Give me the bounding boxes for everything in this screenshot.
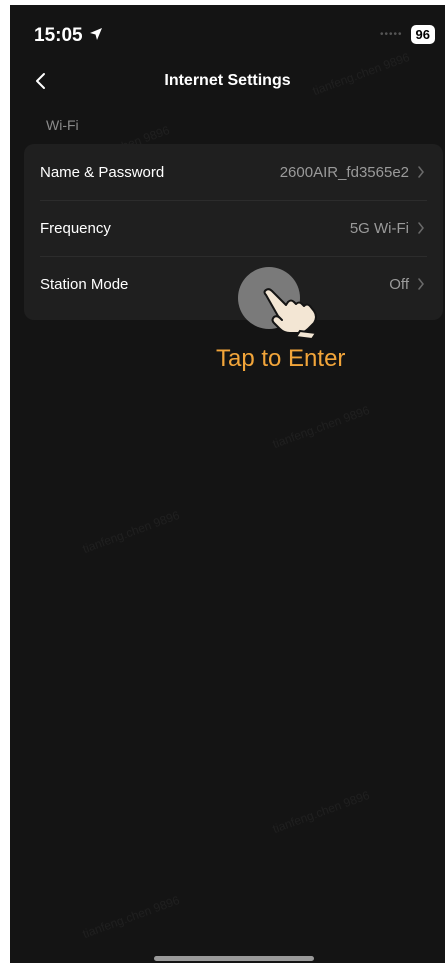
pointing-hand-icon [260, 287, 320, 344]
status-bar: 15:05 ••••• 96 [10, 5, 445, 61]
watermark: tianfeng.chen 9896 [270, 787, 372, 837]
watermark: tianfeng.chen 9896 [270, 402, 372, 452]
nav-bar: Internet Settings [10, 61, 445, 105]
section-label-wifi: Wi-Fi [46, 117, 79, 133]
signal-icon: ••••• [380, 29, 403, 40]
chevron-right-icon [417, 165, 427, 179]
row-value: Off [389, 275, 409, 293]
watermark: tianfeng.chen 9896 [80, 507, 182, 557]
status-time-group: 15:05 [34, 25, 103, 47]
row-label: Frequency [40, 219, 111, 237]
row-label: Name & Password [40, 163, 165, 181]
location-arrow-icon [89, 25, 103, 47]
watermark: tianfeng.chen 9896 [80, 892, 182, 942]
row-value: 5G Wi-Fi [349, 219, 409, 237]
row-frequency[interactable]: Frequency 5G Wi-Fi [24, 200, 443, 256]
phone-screen: tianfeng.chen 9896 tianfeng.chen 9896 ti… [10, 5, 445, 963]
row-name-password[interactable]: Name & Password 2600AIR_fd3565e2 [24, 144, 443, 200]
chevron-right-icon [417, 221, 427, 235]
tap-hint-text: Tap to Enter [216, 345, 346, 372]
row-station-mode[interactable]: Station Mode Off [24, 256, 443, 312]
page-title: Internet Settings [164, 72, 291, 89]
battery-badge: 96 [410, 25, 435, 44]
wifi-settings-card: Name & Password 2600AIR_fd3565e2 Frequen… [24, 144, 443, 320]
tap-hint [238, 267, 338, 347]
status-time: 15:05 [34, 25, 83, 46]
status-indicators: ••••• 96 [380, 25, 435, 44]
home-indicator[interactable] [154, 956, 314, 961]
chevron-right-icon [417, 277, 427, 291]
row-value: 2600AIR_fd3565e2 [279, 163, 409, 181]
